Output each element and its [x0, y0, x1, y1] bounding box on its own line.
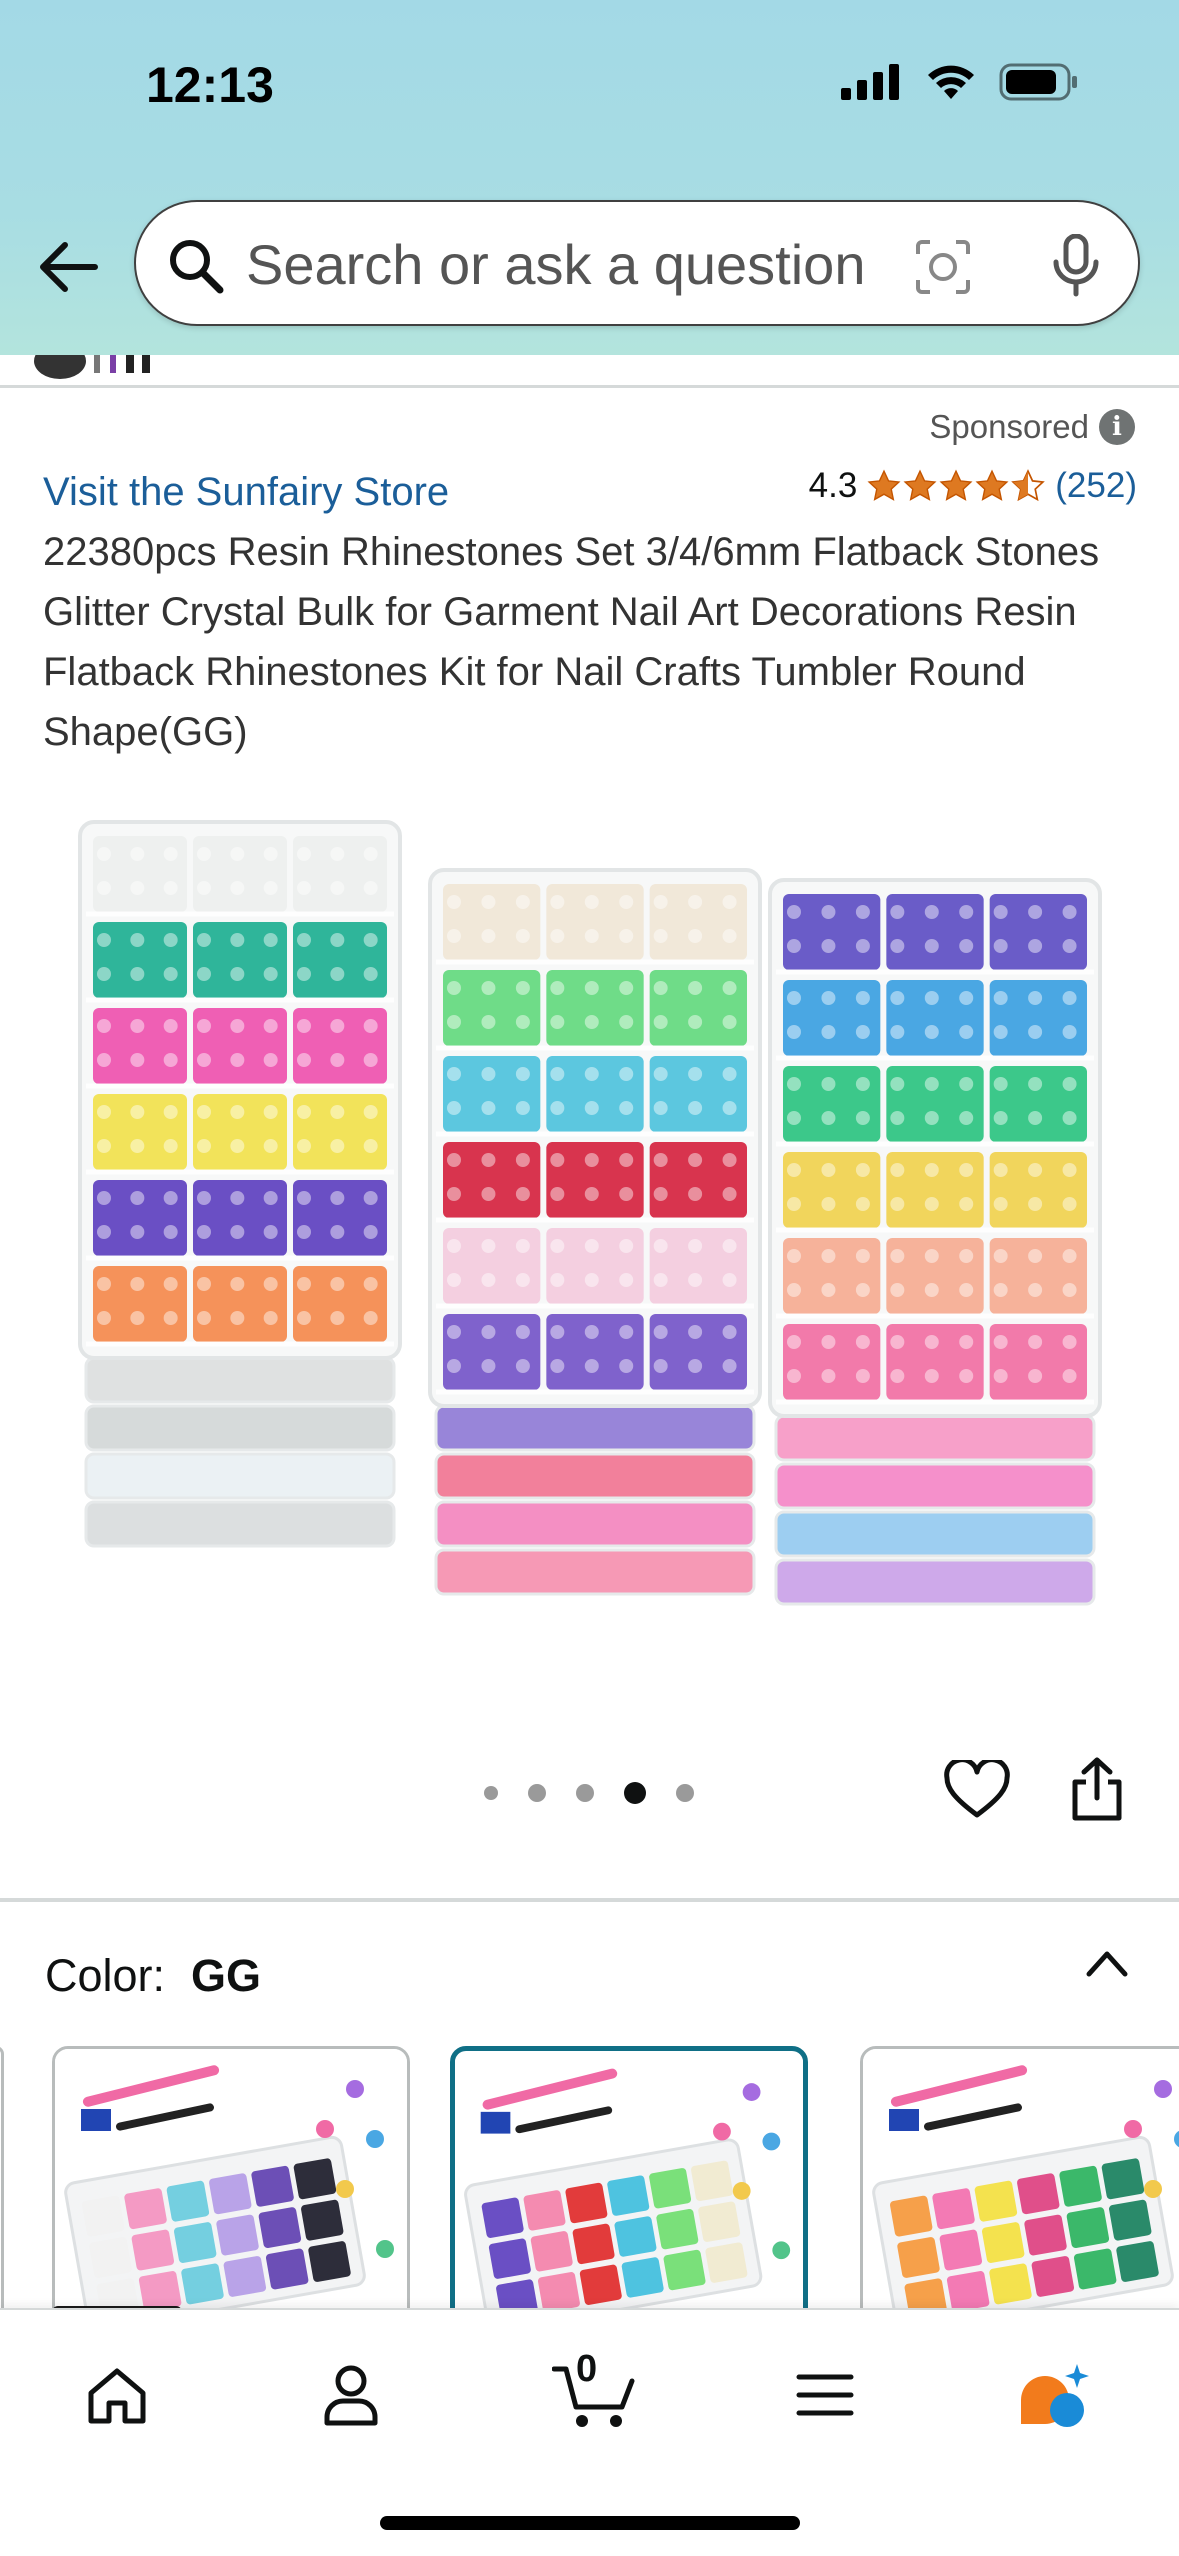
camera-lens-icon[interactable]: [914, 238, 972, 296]
rating[interactable]: 4.3 (252): [809, 466, 1137, 506]
share-icon: [1072, 1757, 1122, 1821]
battery-icon: [999, 63, 1077, 101]
sponsored-text: Sponsored: [929, 408, 1089, 445]
chevron-up-icon: [1086, 1951, 1128, 1977]
color-value: GG: [191, 1950, 262, 2001]
status-time: 12:13: [146, 57, 274, 113]
star-icon: [867, 469, 901, 501]
pager-dot-active[interactable]: [624, 1782, 646, 1804]
rating-count[interactable]: (252): [1055, 466, 1137, 506]
color-swatch-selected[interactable]: [450, 2046, 808, 2308]
product-thumbnail-fragment: [34, 355, 150, 379]
home-indicator: [380, 2516, 800, 2530]
wishlist-button[interactable]: [944, 1757, 1010, 1825]
swatch-thumbnail: [455, 2052, 803, 2308]
info-icon[interactable]: i: [1099, 409, 1135, 445]
status-icons: [841, 62, 1079, 102]
color-selector-label: Color: GG: [45, 1950, 261, 2002]
section-divider: [0, 1898, 1179, 1902]
share-button[interactable]: [1070, 1756, 1124, 1827]
wifi-icon: [928, 65, 974, 99]
account-icon: [324, 2365, 378, 2426]
product-image[interactable]: [60, 810, 1120, 1630]
cart-count: 0: [576, 2348, 598, 2390]
previous-section-strip: [0, 355, 1179, 388]
header: 12:13: [0, 0, 1179, 355]
star-icon: [975, 469, 1009, 501]
product-title: 22380pcs Resin Rhinestones Set 3/4/6mm F…: [43, 530, 1100, 754]
image-pager[interactable]: [484, 1782, 694, 1804]
swatch-partial[interactable]: [0, 2046, 4, 2308]
color-label: Color:: [45, 1950, 166, 2001]
search-bar[interactable]: [134, 200, 1140, 326]
swatch-thumbnail: [863, 2049, 1179, 2308]
star-icon: [939, 469, 973, 501]
tab-cart[interactable]: 0: [540, 2348, 650, 2440]
store-link[interactable]: Visit the Sunfairy Store: [43, 470, 449, 515]
microphone-icon[interactable]: [1052, 234, 1100, 298]
home-icon: [88, 2368, 146, 2424]
color-swatch[interactable]: [860, 2046, 1179, 2308]
sponsored-label[interactable]: Sponsored i: [929, 408, 1135, 446]
swatch-thumbnail: [55, 2049, 407, 2308]
tab-rufus[interactable]: [1010, 2350, 1100, 2440]
star-icon: [903, 469, 937, 501]
half-star-icon: [1011, 469, 1046, 502]
collapse-color-button[interactable]: [1085, 1948, 1129, 1983]
tab-account[interactable]: [306, 2350, 396, 2440]
star-rating: [867, 469, 1046, 503]
menu-icon: [796, 2374, 854, 2416]
search-icon: [170, 240, 224, 294]
signal-icon: [841, 64, 899, 100]
back-button[interactable]: [30, 228, 108, 306]
heart-icon: [944, 1757, 1010, 1818]
pager-dot[interactable]: [576, 1784, 594, 1802]
rating-value: 4.3: [808, 466, 858, 505]
tab-menu[interactable]: [780, 2350, 870, 2440]
tab-home[interactable]: [72, 2350, 162, 2440]
pager-dot[interactable]: [528, 1784, 546, 1802]
color-swatch-carousel[interactable]: [0, 2046, 1179, 2308]
search-input[interactable]: [246, 224, 946, 304]
pager-dot[interactable]: [484, 1786, 498, 1800]
color-swatch[interactable]: [52, 2046, 410, 2308]
rufus-ai-icon: [1021, 2364, 1089, 2427]
rhinestone-boxes-image: [78, 820, 1102, 1606]
back-arrow-icon: [40, 242, 98, 292]
pager-dot[interactable]: [676, 1784, 694, 1802]
